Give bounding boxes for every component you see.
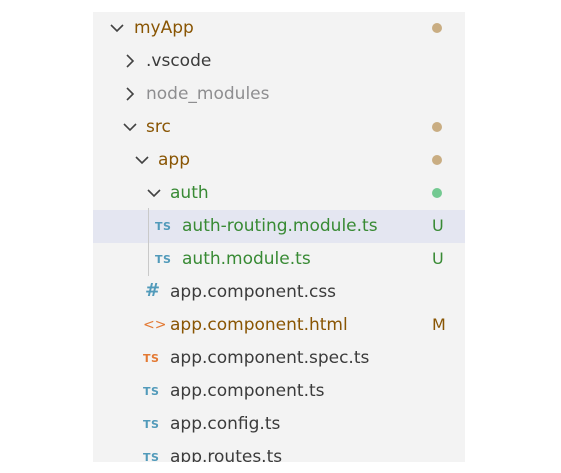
tree-file-app-component-css[interactable]: # app.component.css [93,276,465,309]
typescript-file-icon: TS [155,253,172,266]
tree-folder-auth[interactable]: auth [93,177,465,210]
tree-file-auth-module[interactable]: TS auth.module.ts U [93,243,465,276]
tree-file-app-component-spec[interactable]: TS app.component.spec.ts [93,342,465,375]
css-file-icon: # [145,280,161,301]
chevron-down-icon [135,156,149,165]
indent-guide [148,210,149,243]
typescript-file-icon: TS [143,418,160,431]
tree-file-app-component-ts[interactable]: TS app.component.ts [93,375,465,408]
chevron-right-icon [126,87,135,101]
indent-guide [148,243,149,276]
tree-item-label: app.component.css [170,282,337,302]
tree-item-label: .vscode [146,51,212,71]
tree-item-label: auth [170,183,209,203]
tree-item-label: app.component.ts [170,381,325,401]
typescript-file-icon: TS [143,451,160,462]
tree-item-label: myApp [134,18,194,38]
tree-folder-myapp[interactable]: myApp [93,12,465,45]
tree-item-label: src [146,117,171,137]
tree-folder-src[interactable]: src [93,111,465,144]
untracked-badge: U [432,249,444,268]
chevron-right-icon [126,54,135,68]
modified-dot-icon [432,122,442,132]
tree-file-app-routes[interactable]: TS app.routes.ts [93,441,465,462]
tree-file-app-component-html[interactable]: <> app.component.html M [93,309,465,342]
tree-item-label: app.config.ts [170,414,281,434]
file-explorer-tree: myApp .vscode node_modules src app auth … [93,12,465,462]
tree-file-auth-routing-module[interactable]: TS auth-routing.module.ts U [93,210,465,243]
modified-dot-icon [432,23,442,33]
tree-folder-vscode[interactable]: .vscode [93,45,465,78]
tree-file-app-config[interactable]: TS app.config.ts [93,408,465,441]
modified-badge: M [432,315,446,334]
tree-item-label: app.component.html [170,315,348,335]
tree-item-label: app.component.spec.ts [170,348,370,368]
modified-dot-icon [432,155,442,165]
tree-item-label: auth.module.ts [182,249,311,269]
untracked-badge: U [432,216,444,235]
tree-folder-node-modules[interactable]: node_modules [93,78,465,111]
tree-item-label: app [158,150,190,170]
tree-item-label: auth-routing.module.ts [182,216,378,236]
typescript-file-icon: TS [143,385,160,398]
chevron-down-icon [123,123,137,132]
chevron-down-icon [110,24,124,33]
test-file-icon: TS [143,352,160,365]
html-file-icon: <> [143,317,167,333]
chevron-down-icon [147,189,161,198]
tree-folder-app[interactable]: app [93,144,465,177]
tree-item-label: node_modules [146,84,270,104]
untracked-dot-icon [432,188,442,198]
tree-item-label: app.routes.ts [170,447,283,462]
typescript-file-icon: TS [155,220,172,233]
